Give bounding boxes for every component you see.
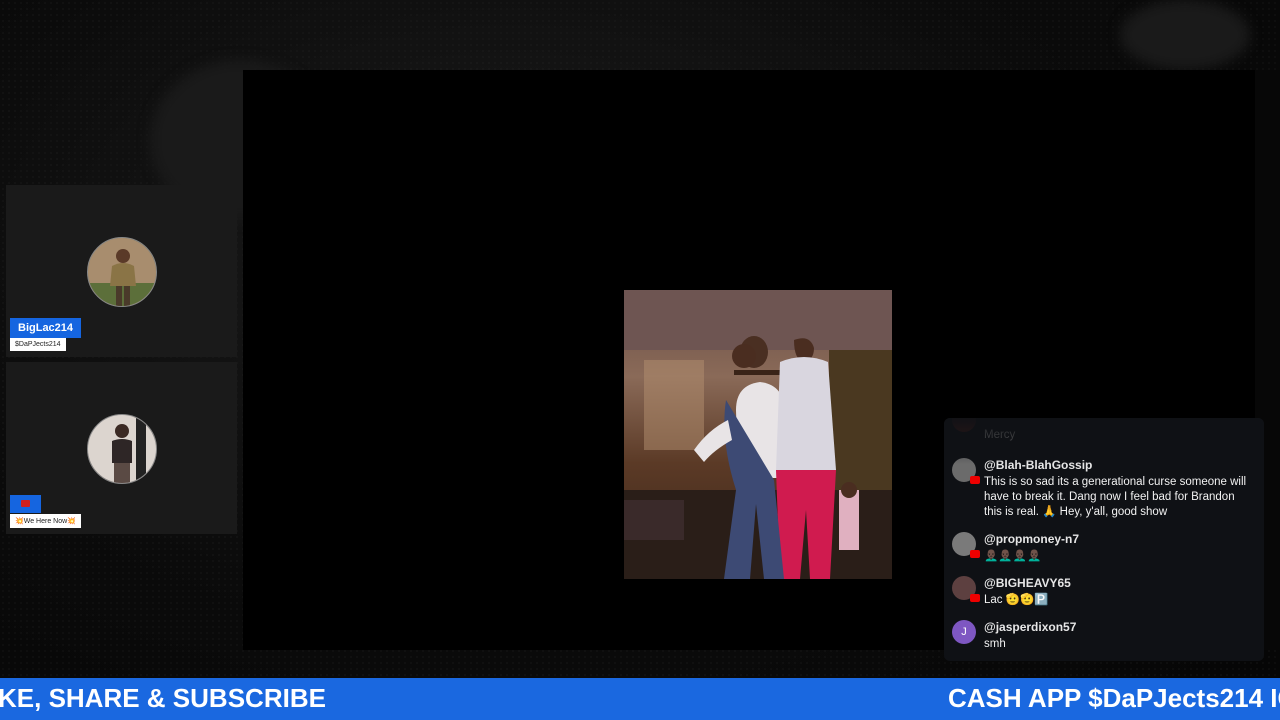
chat-message-text: This is so sad its a generational curse … <box>984 476 1247 518</box>
guest-card-second: 💥We Here Now💥 <box>6 362 237 534</box>
avatar <box>87 237 157 307</box>
guest-card-biglac: BigLac214 $DaPJects214 <box>6 185 237 357</box>
avatar <box>87 414 157 484</box>
ticker-text-left: KE, SHARE & SUBSCRIBE <box>0 683 326 713</box>
ticker-text-right: CASH APP $DaPJects214 IG <box>948 683 1280 713</box>
flag-icon <box>21 500 30 507</box>
scrolling-ticker: KE, SHARE & SUBSCRIBE CASH APP $DaPJects… <box>0 678 1280 720</box>
chat-username[interactable]: @propmoney-n7 <box>984 532 1079 546</box>
guest-flag-tag <box>10 495 41 513</box>
chat-username[interactable]: @BIGHEAVY65 <box>984 576 1071 590</box>
youtube-badge-icon <box>970 550 980 558</box>
photo-image <box>624 290 892 579</box>
guest-subtitle-tag: 💥We Here Now💥 <box>10 514 81 528</box>
chat-message-text: 👨🏿‍🦲👨🏿‍🦲👨🏿‍🦲👨🏿‍🦲 <box>984 550 1042 562</box>
user-avatar[interactable] <box>952 532 980 558</box>
guest-name-tag: BigLac214 <box>10 318 82 338</box>
guest-subtitle-tag: $DaPJects214 <box>10 338 66 351</box>
user-avatar[interactable] <box>952 576 980 602</box>
user-avatar <box>952 418 976 432</box>
shared-photo <box>624 290 892 579</box>
chat-username[interactable]: @Blah-BlahGossip <box>984 458 1092 472</box>
background-figure-right <box>1120 0 1250 70</box>
chat-message-text: Lac 🫡🫡🅿️ <box>984 594 1049 606</box>
user-avatar[interactable]: J <box>952 620 976 644</box>
youtube-badge-icon <box>970 476 980 484</box>
user-avatar[interactable] <box>952 458 980 484</box>
youtube-badge-icon <box>970 594 980 602</box>
chat-message-text: smh <box>984 638 1006 650</box>
live-chat-overlay[interactable]: Mercy @Blah-BlahGossip This is so sad it… <box>944 418 1264 661</box>
chat-username[interactable]: @jasperdixon57 <box>984 620 1076 634</box>
chat-message-text: Mercy <box>984 429 1016 441</box>
